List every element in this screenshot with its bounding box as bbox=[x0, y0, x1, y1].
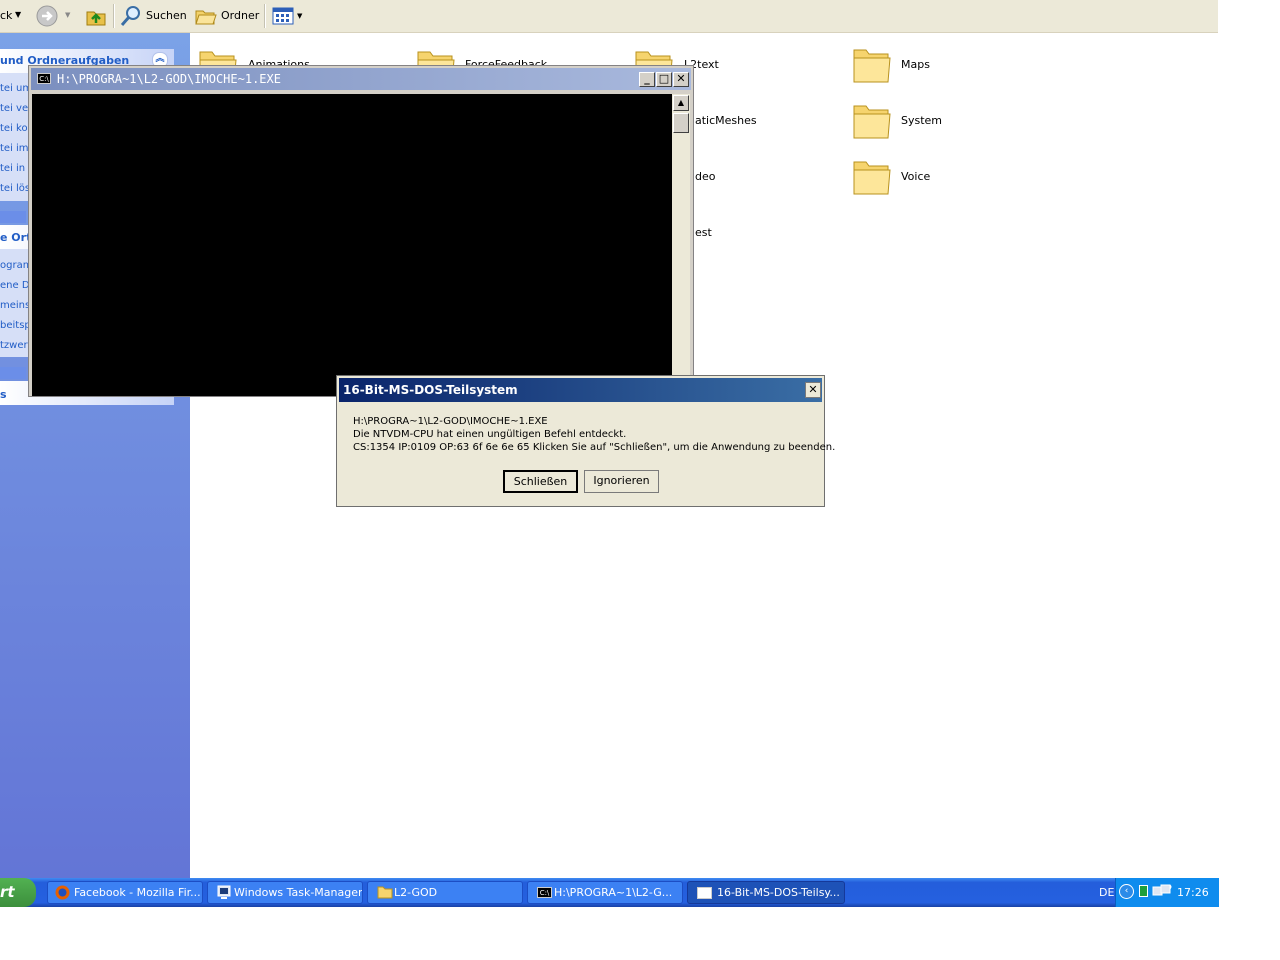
taskbar-item-label: 16-Bit-MS-DOS-Teilsy... bbox=[717, 886, 840, 899]
schliessen-button[interactable]: Schließen bbox=[503, 470, 578, 493]
folder-item[interactable] bbox=[852, 44, 892, 87]
section-title: e Ort bbox=[0, 231, 32, 244]
dialog-message-error: Die NTVDM-CPU hat einen ungültigen Befeh… bbox=[353, 429, 627, 440]
firefox-icon bbox=[55, 885, 70, 900]
place-link[interactable]: beitsp bbox=[0, 320, 31, 331]
folder-label[interactable]: aticMeshes bbox=[695, 114, 757, 127]
folder-icon bbox=[377, 886, 393, 899]
scroll-up-arrow-icon[interactable]: ▲ bbox=[673, 95, 689, 111]
console-icon: C:\ bbox=[37, 73, 51, 84]
taskbar-item-task-manager[interactable]: Windows Task-Manager bbox=[207, 881, 363, 904]
error-dialog: 16-Bit-MS-DOS-Teilsystem ✕ H:\PROGRA~1\L… bbox=[336, 375, 835, 507]
search-button-label[interactable]: Suchen bbox=[146, 9, 187, 22]
place-link[interactable]: meins bbox=[0, 300, 30, 311]
back-dropdown-icon[interactable]: ▼ bbox=[15, 10, 21, 19]
task-manager-icon bbox=[217, 885, 231, 899]
dialog-message-details: CS:1354 IP:0109 OP:63 6f 6e 6e 65 Klicke… bbox=[353, 442, 836, 453]
window-icon bbox=[697, 887, 712, 899]
folder-icon bbox=[853, 161, 891, 195]
task-link[interactable]: tei ve bbox=[0, 103, 28, 114]
section-title: s bbox=[0, 388, 7, 401]
folder-item[interactable] bbox=[852, 156, 892, 199]
folder-up-icon[interactable] bbox=[84, 4, 108, 28]
scroll-thumb[interactable] bbox=[673, 113, 689, 133]
console-title-bar[interactable]: C:\ H:\PROGRA~1\L2-GOD\IMOCHE~1.EXE _ □ … bbox=[31, 68, 691, 90]
dialog-title-bar[interactable]: 16-Bit-MS-DOS-Teilsystem ✕ bbox=[339, 378, 822, 402]
folder-item[interactable] bbox=[852, 100, 892, 143]
close-button[interactable]: ✕ bbox=[673, 72, 689, 87]
show-hidden-icons-icon[interactable]: ‹ bbox=[1119, 884, 1134, 899]
forward-dropdown-icon[interactable]: ▼ bbox=[65, 11, 70, 19]
dialog-message-path: H:\PROGRA~1\L2-GOD\IMOCHE~1.EXE bbox=[353, 416, 548, 427]
place-link[interactable]: ene D bbox=[0, 280, 30, 291]
views-icon[interactable] bbox=[272, 7, 294, 25]
forward-icon[interactable] bbox=[35, 4, 59, 28]
toolbar-separator bbox=[113, 4, 115, 28]
folder-label[interactable]: System bbox=[901, 114, 942, 127]
task-link[interactable]: tei ko bbox=[0, 123, 28, 134]
toolbar-separator bbox=[264, 4, 266, 28]
taskbar-item-label: L2-GOD bbox=[394, 886, 438, 899]
console-output[interactable] bbox=[32, 94, 672, 396]
taskbar: rt Facebook - Mozilla Fir... Windows Tas… bbox=[0, 878, 1219, 907]
start-button[interactable]: rt bbox=[0, 878, 36, 907]
task-link[interactable]: tei in bbox=[0, 163, 25, 174]
taskbar-item-console[interactable]: C:\ H:\PROGRA~1\L2-G... bbox=[527, 881, 683, 904]
console-scrollbar[interactable]: ▲ bbox=[672, 94, 690, 396]
folders-icon[interactable] bbox=[194, 5, 218, 27]
taskbar-item-firefox[interactable]: Facebook - Mozilla Fir... bbox=[47, 881, 203, 904]
taskbar-item-explorer[interactable]: L2-GOD bbox=[367, 881, 523, 904]
folder-label[interactable]: deo bbox=[695, 170, 715, 183]
folder-label[interactable]: Maps bbox=[901, 58, 930, 71]
network-icon[interactable] bbox=[1152, 883, 1174, 899]
search-icon[interactable] bbox=[119, 4, 143, 28]
pane-divider bbox=[0, 211, 26, 223]
taskbar-item-label: H:\PROGRA~1\L2-G... bbox=[554, 886, 673, 899]
task-link[interactable]: tei lös bbox=[0, 183, 30, 194]
taskbar-item-label: Facebook - Mozilla Fir... bbox=[74, 886, 201, 899]
folder-icon bbox=[853, 49, 891, 83]
dialog-close-icon[interactable]: ✕ bbox=[805, 382, 821, 398]
start-label: rt bbox=[0, 883, 15, 901]
console-icon: C:\ bbox=[537, 887, 552, 898]
clock: 17:26 bbox=[1177, 886, 1209, 899]
console-title: H:\PROGRA~1\L2-GOD\IMOCHE~1.EXE bbox=[57, 72, 281, 86]
folder-label[interactable]: est bbox=[695, 226, 712, 239]
console-window: C:\ H:\PROGRA~1\L2-GOD\IMOCHE~1.EXE _ □ … bbox=[28, 65, 694, 397]
maximize-button[interactable]: □ bbox=[656, 72, 672, 87]
taskbar-item-dos-dialog[interactable]: 16-Bit-MS-DOS-Teilsy... bbox=[687, 881, 845, 904]
taskbar-item-label: Windows Task-Manager bbox=[234, 886, 363, 899]
system-tray: DE ‹ 17:26 bbox=[1099, 878, 1219, 907]
folders-button-label[interactable]: Ordner bbox=[221, 9, 259, 22]
minimize-button[interactable]: _ bbox=[639, 72, 655, 87]
place-link[interactable]: tzwer bbox=[0, 340, 28, 351]
folder-icon bbox=[853, 105, 891, 139]
language-indicator[interactable]: DE bbox=[1099, 886, 1114, 899]
ignorieren-button[interactable]: Ignorieren bbox=[584, 470, 659, 493]
back-button-label[interactable]: ck bbox=[0, 9, 12, 22]
tray-app-icon[interactable] bbox=[1139, 885, 1148, 897]
pane-divider bbox=[0, 367, 26, 379]
explorer-toolbar: ck ▼ ▼ Suchen Ordner ▼ bbox=[0, 0, 1218, 33]
task-link[interactable]: tei im bbox=[0, 143, 29, 154]
dialog-title: 16-Bit-MS-DOS-Teilsystem bbox=[343, 383, 518, 397]
views-dropdown-icon[interactable]: ▼ bbox=[297, 12, 302, 20]
folder-label[interactable]: Voice bbox=[901, 170, 930, 183]
